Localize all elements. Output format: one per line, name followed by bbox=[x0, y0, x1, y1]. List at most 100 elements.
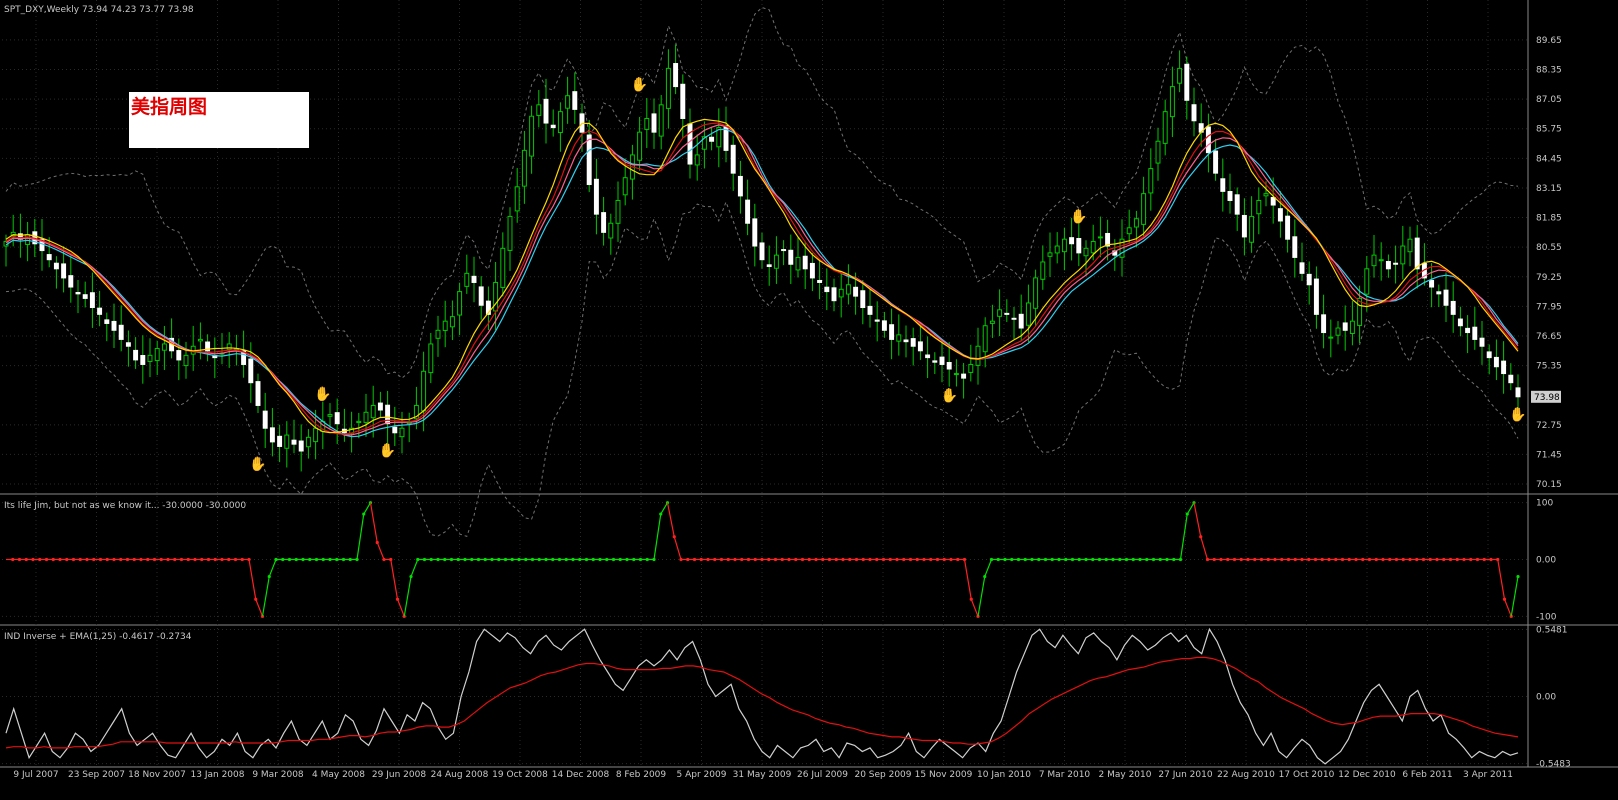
candle-body bbox=[435, 329, 441, 339]
candle-body bbox=[421, 370, 427, 412]
candle-body bbox=[471, 275, 477, 283]
candle-body bbox=[1335, 327, 1341, 336]
candle-body bbox=[1299, 262, 1305, 274]
candle-body bbox=[766, 264, 772, 268]
osc-segment bbox=[376, 542, 385, 560]
price-tick-label: 72.75 bbox=[1536, 421, 1562, 431]
candle-body bbox=[1025, 302, 1031, 326]
candle-body bbox=[1414, 237, 1420, 270]
price-tick-label: 85.75 bbox=[1536, 125, 1562, 135]
candle-body bbox=[262, 410, 268, 429]
candle-body bbox=[824, 286, 830, 293]
candle-body bbox=[788, 249, 794, 265]
candle-body bbox=[817, 279, 823, 283]
date-tick-label: 6 Feb 2011 bbox=[1402, 770, 1452, 780]
candle-body bbox=[1162, 111, 1168, 144]
osc-segment bbox=[268, 559, 277, 577]
candle-body bbox=[507, 215, 513, 251]
candle-body bbox=[1213, 150, 1219, 174]
candle-body bbox=[838, 288, 844, 298]
candle-body bbox=[773, 254, 779, 269]
candle-body bbox=[687, 123, 693, 165]
candle-body bbox=[939, 356, 945, 365]
price-tick-label: 87.05 bbox=[1536, 95, 1562, 105]
candle-body bbox=[457, 291, 463, 316]
candle-body bbox=[327, 414, 333, 417]
candle-body bbox=[1241, 214, 1247, 238]
candle-body bbox=[334, 412, 340, 425]
candle-body bbox=[557, 111, 563, 134]
candle-body bbox=[284, 434, 290, 449]
main-pane-title: SPT_DXY,Weekly 73.94 74.23 73.77 73.98 bbox=[4, 5, 194, 15]
candle-body bbox=[932, 360, 938, 363]
date-tick-label: 23 Sep 2007 bbox=[68, 770, 125, 780]
candle-body bbox=[637, 131, 643, 161]
candle-body bbox=[500, 247, 506, 288]
candle-body bbox=[694, 154, 700, 166]
candle-body bbox=[25, 234, 31, 245]
candle-body bbox=[1169, 86, 1175, 118]
price-tick-label: 88.35 bbox=[1536, 66, 1562, 76]
candle-body bbox=[1141, 193, 1147, 225]
osc-segment bbox=[356, 513, 365, 560]
osc-segment bbox=[410, 559, 419, 577]
candle-body bbox=[1306, 273, 1312, 286]
date-tick-label: 9 Mar 2008 bbox=[252, 770, 304, 780]
candle-body bbox=[903, 339, 909, 343]
candle-body bbox=[133, 349, 139, 361]
candle-body bbox=[111, 320, 117, 331]
osc-segment bbox=[1503, 599, 1512, 617]
date-tick-label: 20 Sep 2009 bbox=[854, 770, 911, 780]
candle-body bbox=[989, 320, 995, 324]
candle-body bbox=[1321, 314, 1327, 334]
candle-body bbox=[1184, 63, 1190, 101]
candle-body bbox=[291, 439, 297, 445]
candle-body bbox=[845, 284, 851, 295]
candle-body bbox=[377, 402, 383, 411]
osc-segment bbox=[977, 576, 986, 617]
date-tick-label: 4 May 2008 bbox=[312, 770, 365, 780]
candle-body bbox=[226, 343, 232, 350]
candle-body bbox=[658, 104, 664, 137]
candle-body bbox=[1292, 236, 1298, 258]
candle-body bbox=[305, 436, 311, 448]
date-tick-label: 3 Apr 2011 bbox=[1463, 770, 1513, 780]
candle-body bbox=[46, 254, 52, 261]
candle-body bbox=[449, 316, 455, 328]
candle-body bbox=[428, 343, 434, 374]
candle-body bbox=[802, 255, 808, 270]
candle-body bbox=[860, 290, 866, 309]
bollinger-bands bbox=[5, 6, 1519, 538]
candle-body bbox=[586, 134, 592, 186]
osc-tick-label: -100 bbox=[1536, 612, 1557, 622]
inverse-tick-label: 0.5481 bbox=[1536, 625, 1568, 635]
price-tick-label: 79.25 bbox=[1536, 273, 1562, 283]
osc-segment bbox=[1510, 576, 1519, 617]
price-tick-label: 89.65 bbox=[1536, 36, 1562, 46]
candle-body bbox=[176, 350, 182, 361]
osc-segment bbox=[1200, 536, 1209, 560]
candle-body bbox=[1270, 197, 1276, 206]
candle-body bbox=[593, 178, 599, 215]
candle-body bbox=[1400, 245, 1406, 265]
candle-body bbox=[1349, 320, 1355, 335]
date-tick-label: 18 Nov 2007 bbox=[128, 770, 186, 780]
candle-body bbox=[730, 144, 736, 174]
price-tick-label: 80.55 bbox=[1536, 243, 1562, 253]
osc-tick-label: 100 bbox=[1536, 499, 1553, 509]
candle-body bbox=[161, 343, 167, 351]
price-tick-label: 83.15 bbox=[1536, 184, 1562, 194]
candle-body bbox=[1061, 238, 1067, 253]
candle-body bbox=[392, 426, 398, 434]
date-tick-label: 12 Dec 2010 bbox=[1338, 770, 1396, 780]
candle-body bbox=[1457, 318, 1463, 327]
annotation-box: 美指周图 bbox=[129, 92, 309, 148]
candle-body bbox=[881, 320, 887, 331]
candle-body bbox=[1018, 313, 1024, 329]
candle-body bbox=[255, 381, 261, 406]
price-tick-label: 81.85 bbox=[1536, 214, 1562, 224]
price-tag-label: 73.98 bbox=[1534, 393, 1560, 403]
blue-hand-marker: ✋ bbox=[249, 455, 266, 472]
candle-body bbox=[709, 136, 715, 142]
candle-body bbox=[356, 420, 362, 424]
